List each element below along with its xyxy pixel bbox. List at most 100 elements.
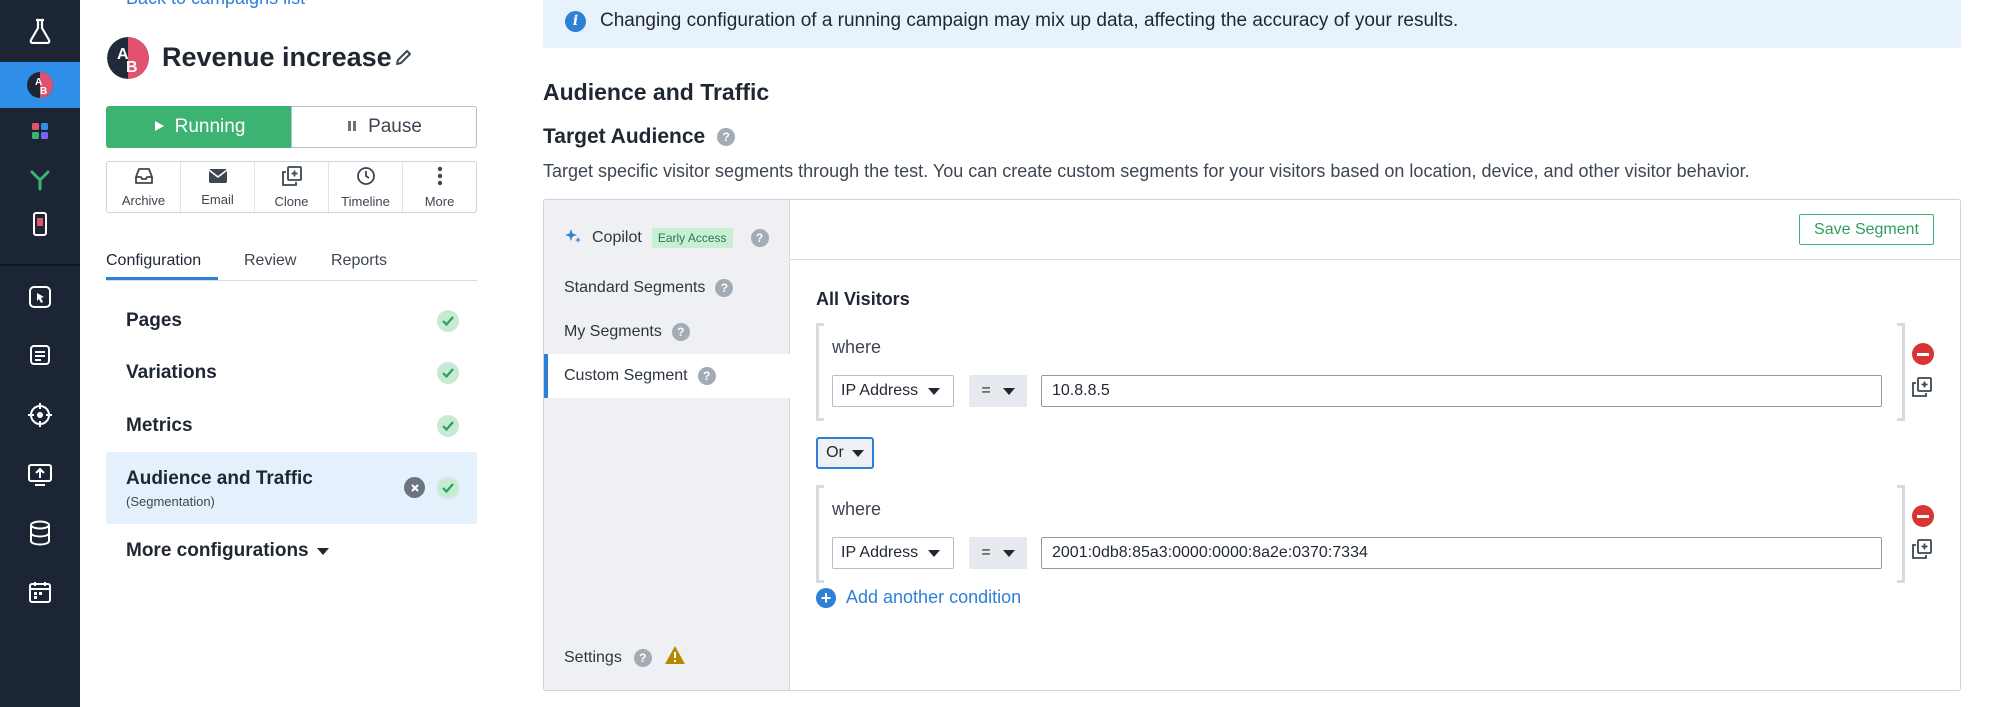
operator-select[interactable]: =: [969, 375, 1027, 407]
help-icon[interactable]: ?: [715, 279, 734, 297]
tab-reports[interactable]: Reports: [331, 252, 387, 270]
clear-icon[interactable]: [404, 477, 425, 498]
help-icon[interactable]: ?: [697, 367, 716, 385]
section-title: Audience and Traffic: [543, 79, 770, 105]
operator-value: =: [981, 382, 991, 399]
segment-copilot[interactable]: Copilot Early Access ?: [544, 216, 790, 260]
nav-item-variations[interactable]: Variations: [106, 347, 477, 399]
nav-item-pages[interactable]: Pages: [106, 295, 477, 347]
logic-value: Or: [826, 444, 844, 461]
campaign-title: Revenue increase: [162, 42, 392, 72]
timeline-button[interactable]: Timeline: [329, 162, 403, 212]
crosshair-icon[interactable]: [0, 392, 80, 438]
pause-label: Pause: [368, 116, 422, 137]
target-audience-heading: Target Audience ?: [543, 125, 736, 149]
segment-standard[interactable]: Standard Segments ?: [544, 266, 790, 310]
pencil-icon[interactable]: [394, 47, 414, 72]
campaign-actions: Archive Email Clone Timeline More: [106, 161, 477, 213]
nav-item-audience-traffic[interactable]: Audience and Traffic (Segmentation): [106, 452, 477, 524]
nav-item-metrics[interactable]: Metrics: [106, 400, 477, 452]
funnel-icon[interactable]: [0, 157, 80, 203]
archive-icon: [134, 167, 154, 188]
condition-actions: [1912, 343, 1936, 402]
target-audience-title: Target Audience: [543, 125, 706, 148]
database-icon[interactable]: [0, 510, 80, 556]
value-input[interactable]: [1041, 537, 1882, 569]
back-to-campaigns-link[interactable]: Back to campaigns list: [126, 0, 305, 9]
mobile-icon[interactable]: [0, 201, 80, 247]
help-icon[interactable]: ?: [750, 229, 769, 247]
caret-down-icon: [928, 549, 941, 557]
target-audience-description: Target specific visitor segments through…: [543, 161, 1750, 181]
remove-condition-icon[interactable]: [1912, 505, 1934, 527]
condition-group: where IP Address =: [816, 485, 1905, 583]
operator-value: =: [981, 544, 991, 561]
caret-down-icon: [1002, 549, 1015, 557]
sparkle-icon: [564, 227, 582, 250]
svg-text:B: B: [126, 59, 138, 76]
list-icon[interactable]: [0, 332, 80, 378]
more-configurations-label: More configurations: [126, 540, 309, 561]
more-button[interactable]: More: [403, 162, 476, 212]
tab-configuration[interactable]: Configuration: [106, 252, 201, 270]
help-icon[interactable]: ?: [671, 323, 690, 341]
running-button[interactable]: Running: [106, 106, 292, 148]
field-select[interactable]: IP Address: [832, 537, 954, 569]
caret-down-icon: [316, 547, 329, 555]
nav-item-label: Variations: [126, 362, 217, 383]
field-select-value: IP Address: [841, 382, 919, 399]
pause-button[interactable]: Pause: [291, 106, 477, 148]
save-segment-button[interactable]: Save Segment: [1799, 214, 1934, 245]
help-icon[interactable]: ?: [633, 648, 652, 667]
segment-settings[interactable]: Settings ?: [564, 645, 686, 670]
condition-actions: [1912, 505, 1936, 564]
screen-share-icon[interactable]: [0, 452, 80, 498]
nav-item-sublabel: (Segmentation): [126, 493, 215, 509]
operator-select[interactable]: =: [969, 537, 1027, 569]
check-icon: [437, 477, 459, 499]
duplicate-icon[interactable]: [1912, 377, 1936, 402]
archive-button[interactable]: Archive: [107, 162, 181, 212]
plus-icon: +: [816, 587, 836, 608]
ab-test-icon[interactable]: AB: [0, 62, 80, 108]
remove-condition-icon[interactable]: [1912, 343, 1934, 365]
add-condition-button[interactable]: + Add another condition: [816, 587, 1021, 608]
clone-label: Clone: [274, 193, 309, 209]
email-icon: [208, 168, 228, 187]
duplicate-icon[interactable]: [1912, 539, 1936, 564]
help-icon[interactable]: ?: [717, 128, 736, 146]
apps-icon[interactable]: [0, 108, 80, 154]
segment-editor-toolbar: Save Segment: [790, 200, 1960, 260]
campaign-avatar: AB: [107, 37, 149, 79]
field-select-value: IP Address: [841, 544, 919, 561]
nav-item-label: Audience and Traffic: [126, 467, 313, 489]
clone-button[interactable]: Clone: [255, 162, 329, 212]
email-button[interactable]: Email: [181, 162, 255, 212]
bracket-left: [816, 323, 824, 421]
more-label: More: [424, 193, 455, 209]
add-condition-label: Add another condition: [846, 587, 1022, 607]
segment-builder: Copilot Early Access ? Standard Segments…: [543, 199, 1961, 691]
segment-custom[interactable]: Custom Segment ?: [544, 354, 790, 398]
experiments-icon[interactable]: [0, 8, 80, 54]
value-input[interactable]: [1041, 375, 1882, 407]
cursor-click-icon[interactable]: [0, 274, 80, 320]
active-tab-indicator: [106, 277, 218, 280]
bracket-left: [816, 485, 824, 583]
logic-select[interactable]: Or: [816, 437, 874, 469]
segment-editor: Save Segment All Visitors where IP Addre…: [790, 200, 1960, 690]
timeline-label: Timeline: [341, 193, 390, 209]
pause-icon: [346, 116, 358, 138]
more-configurations-toggle[interactable]: More configurations: [126, 540, 329, 562]
info-banner-text: Changing configuration of a running camp…: [600, 10, 1459, 31]
segment-my[interactable]: My Segments ?: [544, 310, 790, 354]
tab-review[interactable]: Review: [244, 252, 296, 270]
play-icon: [153, 116, 165, 138]
clone-icon: [281, 165, 302, 189]
settings-label: Settings: [564, 648, 622, 666]
where-label: where: [832, 499, 882, 519]
warning-icon: [664, 645, 686, 670]
field-select[interactable]: IP Address: [832, 375, 954, 407]
calendar-icon[interactable]: [0, 569, 80, 615]
segment-sidebar: Copilot Early Access ? Standard Segments…: [544, 200, 790, 690]
